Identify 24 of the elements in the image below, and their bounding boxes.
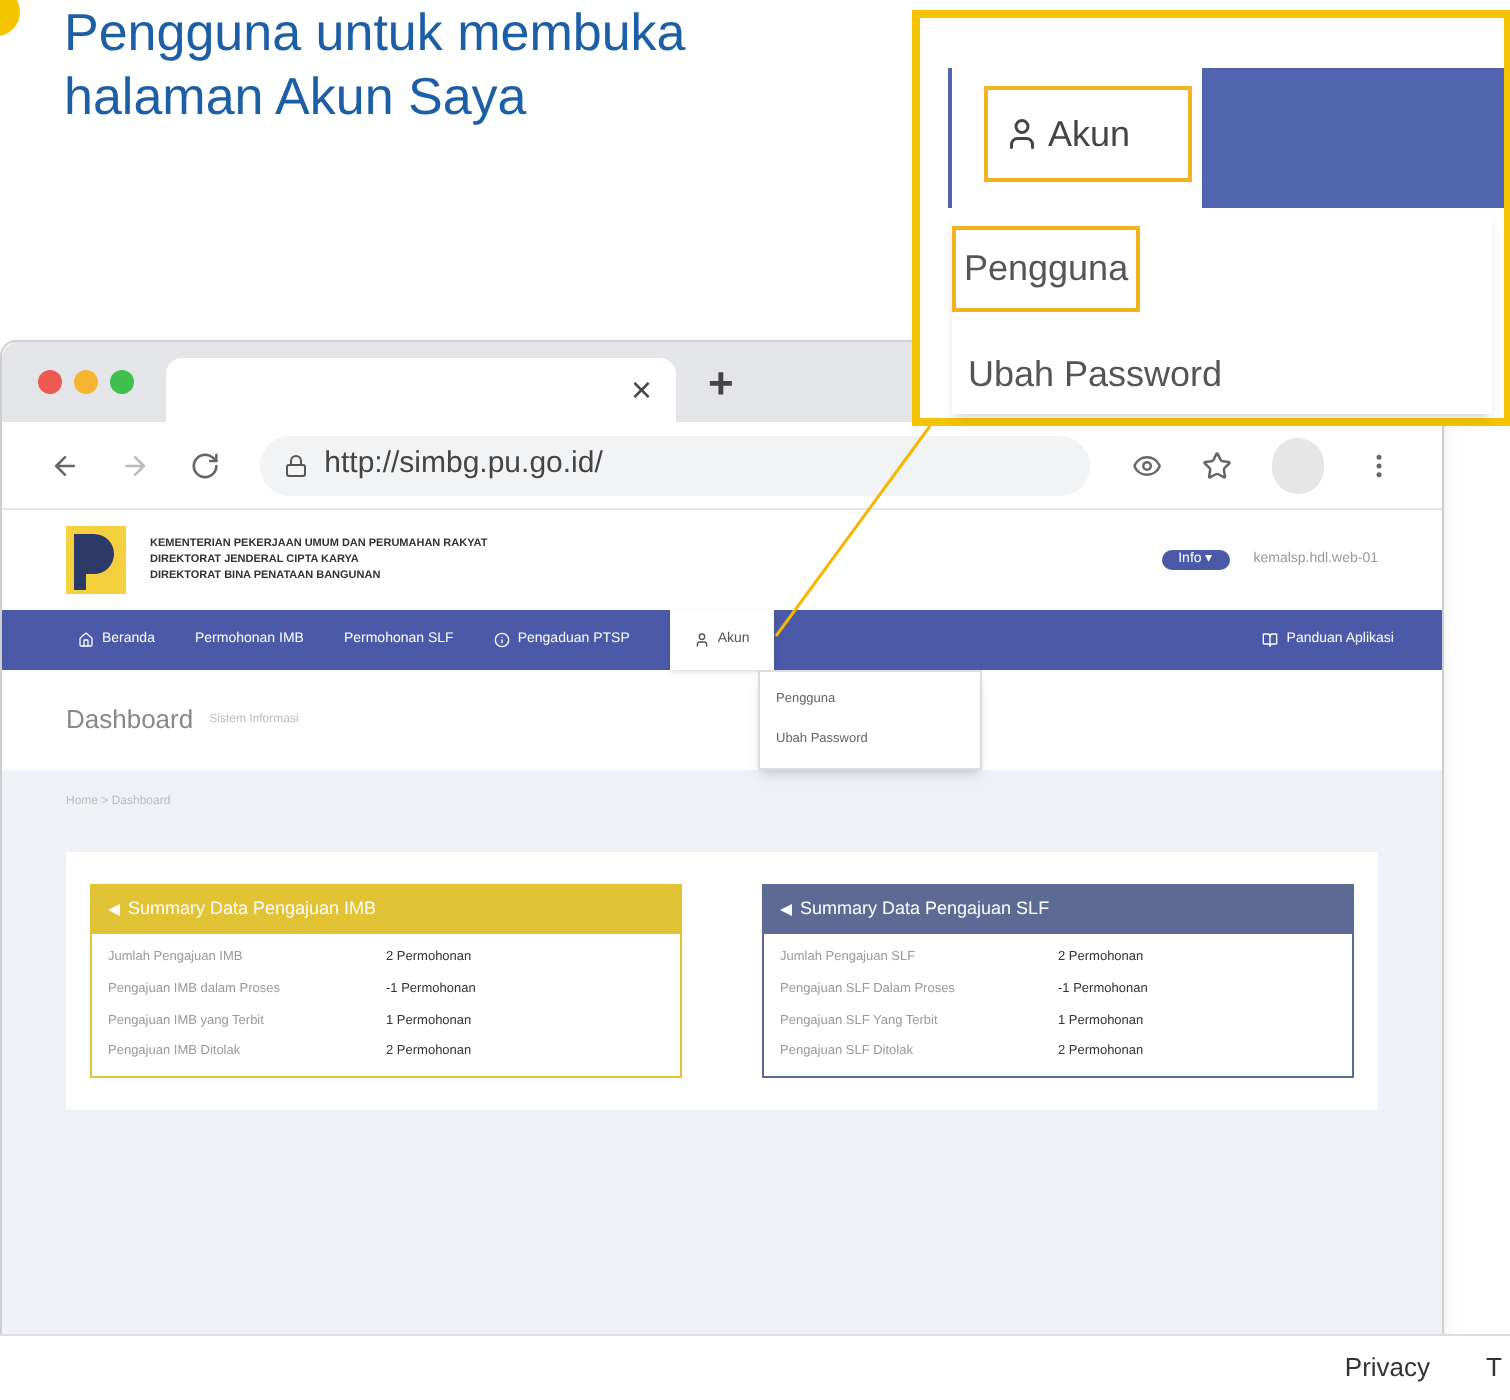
footer-link[interactable]: Privacy xyxy=(1344,1348,1431,1388)
star-icon[interactable] xyxy=(1201,449,1232,481)
browser-tab[interactable]: × xyxy=(166,358,676,422)
account-tab[interactable]: Akun xyxy=(984,86,1192,182)
menu-item[interactable]: Ubah Password xyxy=(952,336,1239,414)
triangle-icon xyxy=(780,904,792,916)
lock-icon xyxy=(284,453,309,477)
address-bar[interactable]: http://simbg.pu.go.id/ xyxy=(260,435,1091,495)
tab-close[interactable]: × xyxy=(630,363,652,417)
user-icon xyxy=(693,632,710,648)
page-title: Dashboard xyxy=(66,702,194,739)
new-tab-button[interactable]: + xyxy=(708,349,734,415)
menu-item[interactable]: Pengguna xyxy=(952,226,1141,312)
triangle-icon xyxy=(108,904,120,916)
logo-icon xyxy=(66,526,126,594)
info-icon xyxy=(493,632,510,648)
caption: Pengguna untuk membuka halaman Akun Saya xyxy=(64,0,686,128)
home-icon xyxy=(78,632,94,648)
footer-link[interactable]: T xyxy=(1486,1348,1502,1388)
reload-icon[interactable] xyxy=(190,449,221,481)
card-title: Summary Data Pengajuan SLF xyxy=(800,896,1050,923)
user-icon xyxy=(1004,116,1040,152)
book-icon xyxy=(1262,632,1279,648)
card-title: Summary Data Pengajuan IMB xyxy=(128,896,377,923)
